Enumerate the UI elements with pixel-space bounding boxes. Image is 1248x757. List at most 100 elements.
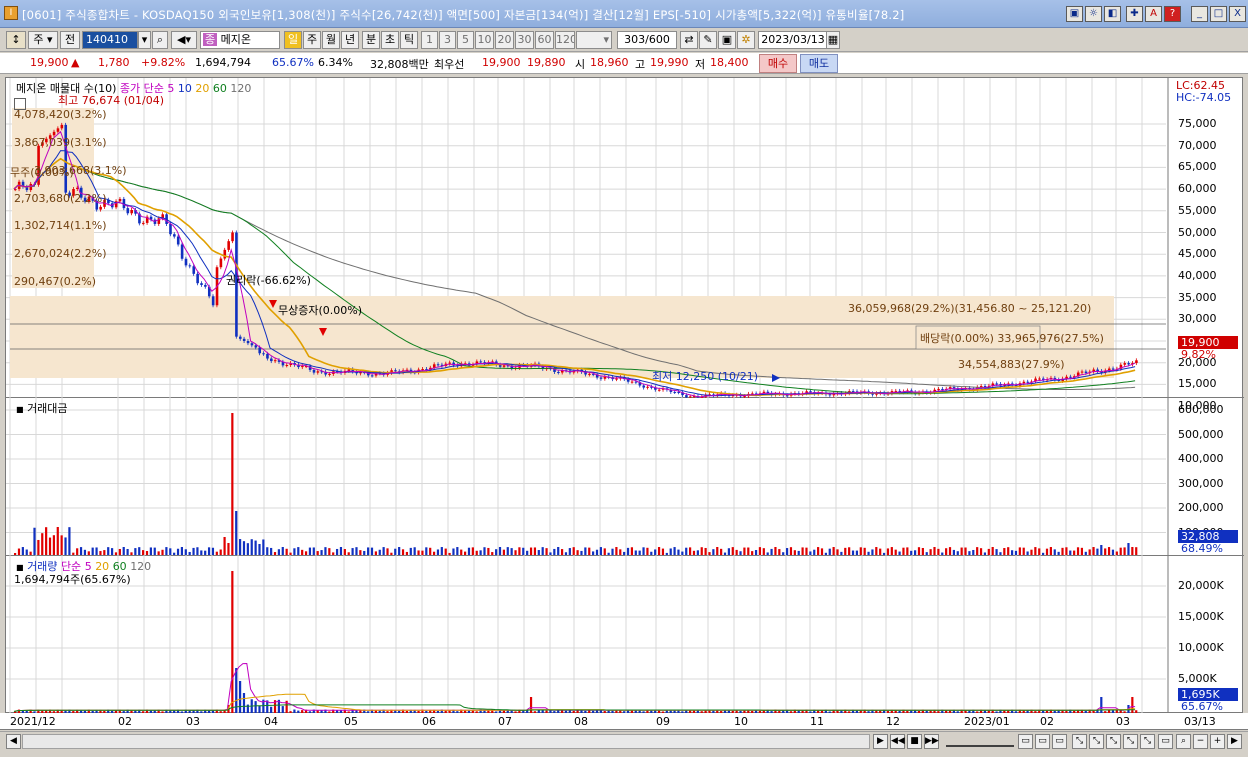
amount-bar	[1135, 547, 1138, 555]
window-link-icon[interactable]: ▣	[1066, 6, 1083, 22]
calendar-icon[interactable]: ▦	[826, 31, 840, 49]
stock-code-input[interactable]: 140410	[82, 31, 138, 49]
tick-10-button[interactable]: 10	[475, 31, 494, 49]
tool-5-icon[interactable]: ⤡	[1140, 734, 1155, 749]
chart-scrollbar[interactable]: ◀ ▶ ◀◀ ■ ▶▶ ▭ ▭ ▭ ⤡ ⤡ ⤡ ⤡ ⤡ ▭ ⌕ − + ▶	[0, 731, 1248, 751]
period-monthly-button[interactable]: 월	[322, 31, 340, 49]
amount-bar	[549, 552, 552, 555]
sell-button[interactable]: 매도	[800, 54, 838, 73]
amount-bar	[1096, 548, 1099, 555]
amount-bar	[479, 550, 482, 555]
tick-60-button[interactable]: 60	[535, 31, 554, 49]
window-help-icon[interactable]: ?	[1164, 6, 1181, 22]
tick-3-button[interactable]: 3	[439, 31, 456, 49]
tool-6-icon[interactable]: ▭	[1158, 734, 1173, 749]
amount-bar	[844, 547, 847, 555]
amount-bar	[52, 535, 55, 555]
amount-y-tick: 600,000	[1178, 403, 1224, 416]
scroll-left-icon[interactable]: ◀	[6, 734, 21, 749]
price-y-tick: 50,000	[1178, 225, 1217, 239]
market-type-select[interactable]: 주 ▾	[28, 31, 58, 49]
window-setting-icon[interactable]: ☼	[1085, 6, 1102, 22]
zoom-out-icon[interactable]: −	[1193, 734, 1208, 749]
period-weekly-button[interactable]: 주	[303, 31, 321, 49]
amount-bar	[945, 548, 948, 555]
zoom-search-icon[interactable]: ⌕	[1176, 734, 1191, 749]
refresh-icon[interactable]: ⇄	[680, 31, 698, 49]
amount-bar	[1084, 551, 1087, 555]
scroll-track[interactable]	[22, 734, 870, 749]
scroll-end-icon[interactable]: ▶	[1227, 734, 1242, 749]
price-panel[interactable]: 메지온 매물대 수(10) 종가 단순 5 10 20 60 120 최고 76…	[6, 78, 1244, 412]
lock-icon[interactable]: ↕	[6, 31, 26, 49]
amount-bar	[568, 548, 571, 555]
period-minute-button[interactable]: 분	[362, 31, 380, 49]
period-tick-button[interactable]: 틱	[400, 31, 418, 49]
sound-icon[interactable]: ◀▾	[171, 31, 197, 49]
save-icon[interactable]: ▣	[718, 31, 736, 49]
amount-panel[interactable]: ■ 거래대금 600,000 500,000 400,000 300,000 200,0…	[6, 398, 1244, 556]
tick-120-button[interactable]: 120	[555, 31, 575, 49]
amount-bar	[638, 550, 641, 555]
search-icon[interactable]: ⌕	[152, 31, 168, 49]
maximize-button[interactable]: □	[1210, 6, 1227, 22]
window-add-icon[interactable]: ✚	[1126, 6, 1143, 22]
stop-icon[interactable]: ■	[907, 734, 922, 749]
chart-area[interactable]: 메지온 매물대 수(10) 종가 단순 5 10 20 60 120 최고 76…	[5, 77, 1244, 714]
tick-30-button[interactable]: 30	[515, 31, 534, 49]
tick-20-button[interactable]: 20	[495, 31, 514, 49]
settings-icon[interactable]: ✲	[737, 31, 755, 49]
buy-button[interactable]: 매수	[759, 54, 797, 73]
tick-1-button[interactable]: 1	[421, 31, 438, 49]
period-second-button[interactable]: 초	[381, 31, 399, 49]
volume-bar	[242, 693, 246, 713]
tool-4-icon[interactable]: ⤡	[1123, 734, 1138, 749]
window-font-icon[interactable]: A	[1145, 6, 1162, 22]
mode-button[interactable]: 전	[60, 31, 80, 49]
candle	[642, 385, 646, 388]
window-layout-icon[interactable]: ◧	[1104, 6, 1121, 22]
tool-1-icon[interactable]: ⤡	[1072, 734, 1087, 749]
amount-bar	[76, 548, 79, 555]
count-field[interactable]: 303/600	[617, 31, 677, 49]
amount-bar	[215, 551, 218, 555]
layout-2-icon[interactable]: ▭	[1035, 734, 1050, 749]
period-daily-button[interactable]: 일	[284, 31, 302, 49]
amount-bar	[475, 550, 478, 555]
candle	[448, 362, 452, 364]
rewind-icon[interactable]: ◀◀	[890, 734, 905, 749]
amount-bar	[972, 549, 975, 555]
amount-bar	[235, 511, 238, 555]
close-button[interactable]: X	[1229, 6, 1246, 22]
amount-bar	[448, 552, 451, 555]
volume-panel[interactable]: ■ 거래량 단순 5 20 60 120 1,694,794주(65.67%) …	[6, 556, 1244, 714]
code-dropdown-icon[interactable]: ▾	[138, 31, 151, 49]
zoom-in-icon[interactable]: +	[1210, 734, 1225, 749]
draw-icon[interactable]: ✎	[699, 31, 717, 49]
layout-3-icon[interactable]: ▭	[1052, 734, 1067, 749]
period-yearly-button[interactable]: 년	[341, 31, 359, 49]
candle	[1123, 363, 1127, 365]
amount-bar	[95, 547, 98, 555]
candle	[615, 378, 618, 380]
candle	[630, 381, 634, 383]
scroll-right-icon[interactable]: ▶	[873, 734, 888, 749]
tool-3-icon[interactable]: ⤡	[1106, 734, 1121, 749]
candle	[603, 376, 607, 379]
amount-bar	[72, 552, 75, 555]
tool-2-icon[interactable]: ⤡	[1089, 734, 1104, 749]
minimize-button[interactable]: _	[1191, 6, 1208, 22]
zoom-slider[interactable]	[946, 736, 1014, 747]
x-axis-right-label: 03/13	[1184, 715, 1216, 728]
tick-5-button[interactable]: 5	[457, 31, 474, 49]
amount-bar	[413, 547, 416, 555]
layout-1-icon[interactable]: ▭	[1018, 734, 1033, 749]
tick-custom-select[interactable]: ▾	[576, 31, 612, 49]
amount-bar	[518, 547, 521, 555]
amount-bar	[374, 551, 377, 555]
amount-bar	[173, 552, 176, 555]
amount-bar	[1034, 547, 1037, 555]
date-input[interactable]: 2023/03/13	[758, 31, 828, 49]
amount-bar	[933, 547, 936, 555]
fast-forward-icon[interactable]: ▶▶	[924, 734, 939, 749]
